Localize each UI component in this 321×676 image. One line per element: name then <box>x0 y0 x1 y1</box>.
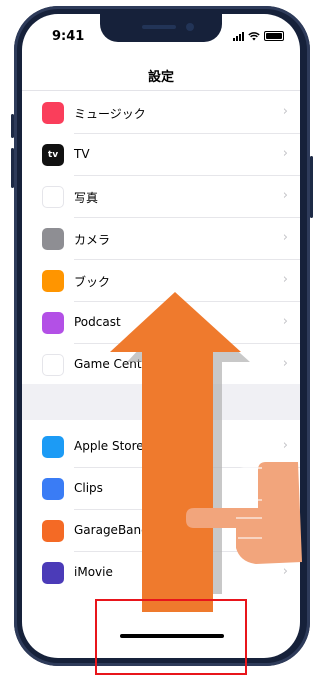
home-indicator-highlight <box>95 599 247 675</box>
gesture-overlay <box>110 292 302 612</box>
